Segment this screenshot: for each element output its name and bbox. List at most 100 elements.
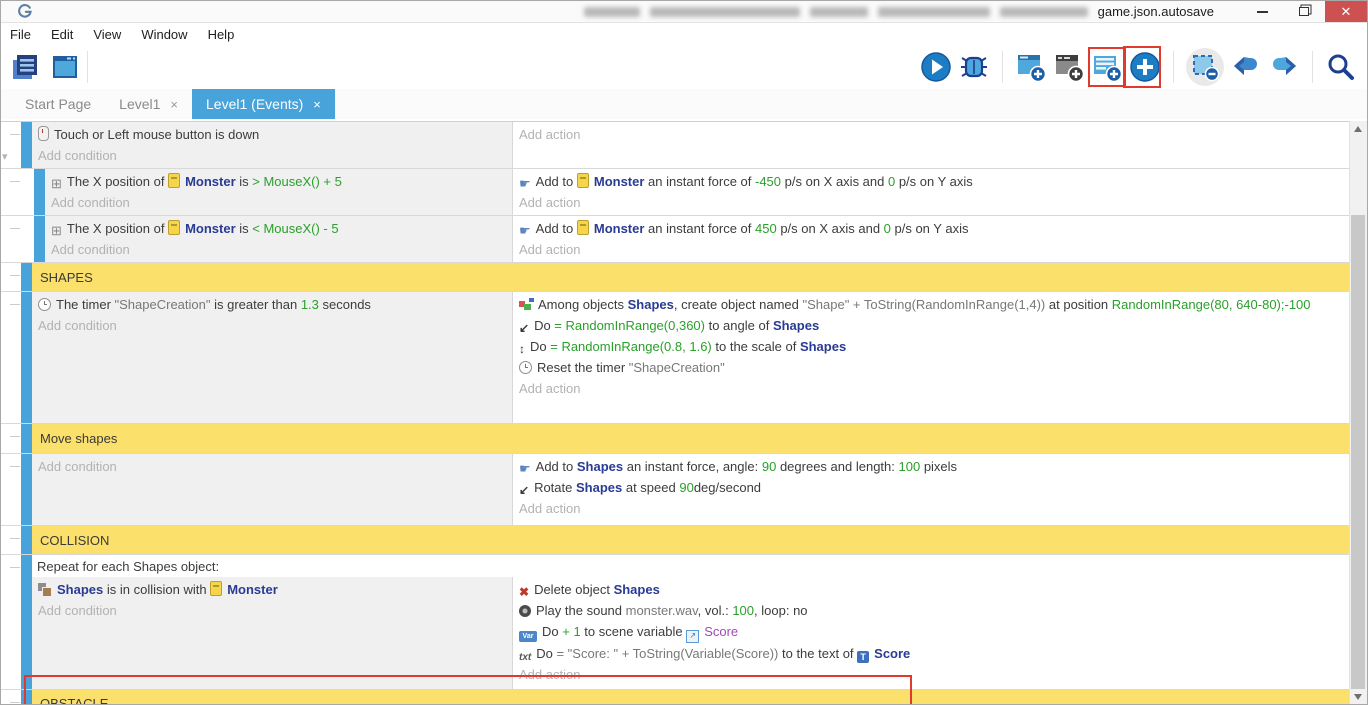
condition-line[interactable]: Shapes is in collision with Monster <box>32 579 512 600</box>
text-segment: Add action <box>519 127 580 142</box>
action-line[interactable]: ↙Do = RandomInRange(0,360) to angle of S… <box>513 315 1350 336</box>
text-segment: Score <box>874 646 910 661</box>
add-scene-icon[interactable] <box>1015 50 1047 84</box>
comment-text[interactable]: OBSTACLE <box>32 690 1350 704</box>
debug-icon[interactable] <box>958 50 990 84</box>
project-manager-icon[interactable] <box>9 50 41 84</box>
comment-text[interactable]: COLLISION <box>32 526 1350 554</box>
event-selection-bar[interactable] <box>21 690 32 704</box>
conditions-cell: Add condition <box>32 454 512 525</box>
add-event-icon[interactable] <box>1091 50 1123 84</box>
event-tree-gutter[interactable] <box>1 122 21 168</box>
action-line[interactable]: VarDo + 1 to scene variable ↗Score <box>513 621 1350 643</box>
event-selection-bar[interactable] <box>21 526 32 554</box>
tab-level1[interactable]: Level1 × <box>105 89 192 119</box>
menu-window[interactable]: Window <box>141 27 187 42</box>
menu-view[interactable]: View <box>93 27 121 42</box>
scroll-up-icon[interactable] <box>1354 126 1362 132</box>
add-object-icon[interactable] <box>1129 50 1161 84</box>
play-icon[interactable] <box>920 50 952 84</box>
close-button[interactable]: ✕ <box>1325 1 1367 22</box>
text-segment: , loop: <box>754 603 793 618</box>
event-selection-bar[interactable] <box>21 454 32 525</box>
condition-line[interactable]: Touch or Left mouse button is down <box>32 124 512 145</box>
condition-line[interactable]: The timer "ShapeCreation" is greater tha… <box>32 294 512 315</box>
tab-start-page[interactable]: Start Page <box>11 89 105 119</box>
menu-help[interactable]: Help <box>208 27 235 42</box>
add-action-button[interactable]: Add action <box>513 664 1350 685</box>
clock-icon <box>519 361 532 374</box>
undo-icon[interactable] <box>1230 50 1262 84</box>
event-selection-bar[interactable] <box>21 292 32 423</box>
position-icon: ⊞ <box>51 224 62 237</box>
text-segment: "ShapeCreation" <box>115 297 211 312</box>
action-line[interactable]: ☛Add to Shapes an instant force, angle: … <box>513 456 1350 477</box>
text-segment: Do <box>542 624 562 639</box>
text-segment: to scene variable <box>581 624 687 639</box>
condition-line[interactable]: ⊞The X position of Monster is < MouseX()… <box>45 218 512 239</box>
event-row: ⊞The X position of Monster is > MouseX()… <box>1 168 1350 215</box>
scene-editor-icon[interactable] <box>49 50 81 84</box>
action-line[interactable]: ☛Add to Monster an instant force of 450 … <box>513 218 1350 239</box>
text-segment: Shapes <box>57 582 103 597</box>
event-selection-bar[interactable] <box>34 169 45 215</box>
action-line[interactable]: Play the sound monster.wav, vol.: 100, l… <box>513 600 1350 621</box>
event-selection-bar[interactable] <box>34 216 45 262</box>
event-selection-bar[interactable] <box>21 263 32 291</box>
vertical-scrollbar[interactable] <box>1349 121 1367 704</box>
foreach-header[interactable]: Repeat for each Shapes object: <box>32 555 1350 577</box>
action-line[interactable]: Among objects Shapes, create object name… <box>513 294 1350 315</box>
comment-text[interactable]: SHAPES <box>32 263 1350 291</box>
text-segment: Add action <box>519 667 580 682</box>
action-line[interactable]: ↕Do = RandomInRange(0.8, 1.6) to the sca… <box>513 336 1350 357</box>
add-condition-button[interactable]: Add condition <box>45 239 512 260</box>
event-tree-gutter <box>1 690 21 704</box>
action-line[interactable]: ☛Add to Monster an instant force of -450… <box>513 171 1350 192</box>
add-action-button[interactable]: Add action <box>513 498 1350 519</box>
comment-text[interactable]: Move shapes <box>32 424 1350 453</box>
event-selection-bar[interactable] <box>21 555 32 689</box>
text-segment: Shapes <box>773 318 819 333</box>
add-condition-button[interactable]: Add condition <box>32 456 512 477</box>
action-line[interactable]: txtDo = "Score: " + ToString(Variable(Sc… <box>513 643 1350 664</box>
redo-icon[interactable] <box>1268 50 1300 84</box>
add-action-button[interactable]: Add action <box>513 378 1350 399</box>
deactivate-selection-icon[interactable] <box>1186 48 1224 86</box>
add-condition-button[interactable]: Add condition <box>32 600 512 621</box>
event-tree-gutter <box>1 526 21 554</box>
scale-icon: ↕ <box>519 343 525 355</box>
add-condition-button[interactable]: Add condition <box>32 315 512 336</box>
event-row: The timer "ShapeCreation" is greater tha… <box>1 291 1350 423</box>
event-row: Repeat for each Shapes object:Shapes is … <box>1 554 1350 689</box>
restore-button[interactable] <box>1283 1 1325 22</box>
action-line[interactable]: Reset the timer "ShapeCreation" <box>513 357 1350 378</box>
text-segment: an instant force of <box>644 174 755 189</box>
add-action-button[interactable]: Add action <box>513 124 1350 145</box>
add-external-events-icon[interactable] <box>1053 50 1085 84</box>
menu-file[interactable]: File <box>10 27 31 42</box>
add-action-button[interactable]: Add action <box>513 239 1350 260</box>
scrollbar-thumb[interactable] <box>1351 215 1365 689</box>
event-selection-bar[interactable] <box>21 122 32 168</box>
search-icon[interactable] <box>1325 50 1357 84</box>
text-segment: > MouseX() + 5 <box>252 174 342 189</box>
scroll-down-icon[interactable] <box>1354 694 1362 700</box>
toolbar <box>1 45 1367 89</box>
add-action-button[interactable]: Add action <box>513 192 1350 213</box>
add-condition-button[interactable]: Add condition <box>32 145 512 166</box>
tab-close-icon[interactable]: × <box>313 97 321 112</box>
condition-line[interactable]: ⊞The X position of Monster is > MouseX()… <box>45 171 512 192</box>
event-selection-bar[interactable] <box>21 424 32 453</box>
text-segment: 90 <box>762 459 776 474</box>
text-segment: Add to <box>536 221 577 236</box>
action-line[interactable]: ✖Delete object Shapes <box>513 579 1350 600</box>
add-condition-button[interactable]: Add condition <box>45 192 512 213</box>
menu-edit[interactable]: Edit <box>51 27 73 42</box>
tab-level1-events[interactable]: Level1 (Events) × <box>192 89 335 119</box>
text-segment: to the text of <box>778 646 857 661</box>
minimize-button[interactable] <box>1241 1 1283 22</box>
tab-close-icon[interactable]: × <box>170 97 178 112</box>
conditions-cell: Touch or Left mouse button is downAdd co… <box>32 122 512 168</box>
text-segment: p/s on Y axis <box>891 221 969 236</box>
action-line[interactable]: ↙Rotate Shapes at speed 90deg/second <box>513 477 1350 498</box>
